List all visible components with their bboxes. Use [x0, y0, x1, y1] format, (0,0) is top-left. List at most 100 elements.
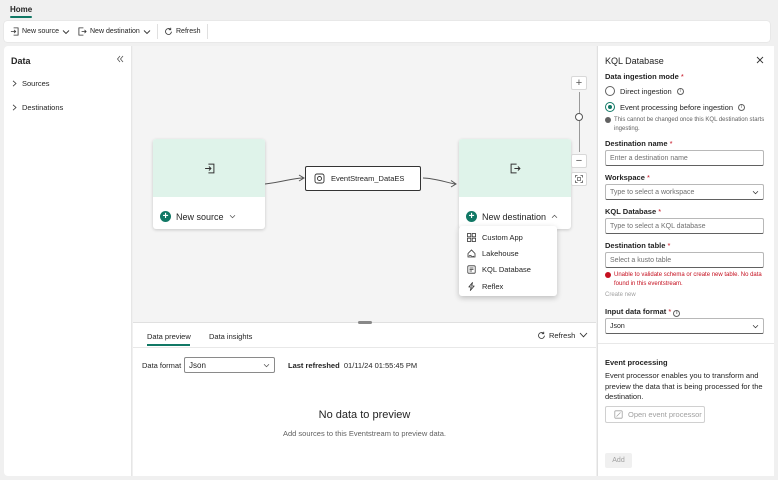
- kql-database-input[interactable]: Type to select a KQL database: [605, 218, 764, 234]
- radio-button[interactable]: [605, 86, 615, 96]
- chevron-down-icon[interactable]: [579, 332, 588, 338]
- info-icon[interactable]: i: [738, 103, 745, 111]
- destination-table-input[interactable]: Select a kusto table: [605, 252, 764, 268]
- kql-database-label: KQL Database *: [605, 207, 662, 216]
- info-icon[interactable]: i: [676, 87, 684, 95]
- refresh-button[interactable]: Refresh: [164, 21, 201, 42]
- tab-bar: Home: [0, 0, 778, 20]
- chevron-right-icon: [12, 80, 17, 87]
- add-icon: +: [160, 211, 171, 222]
- tree-item-destinations[interactable]: Destinations: [12, 100, 63, 114]
- zoom-controls: + −: [571, 76, 587, 186]
- refresh-icon: [164, 27, 173, 36]
- divider: [598, 343, 774, 344]
- destination-node-header: [459, 139, 571, 197]
- lakehouse-icon: [467, 249, 476, 258]
- menu-item-label: Reflex: [482, 281, 504, 291]
- zoom-out-button[interactable]: −: [571, 154, 587, 168]
- toolbar-divider: [207, 24, 208, 39]
- fit-view-button[interactable]: [571, 172, 587, 186]
- database-icon: [467, 265, 476, 275]
- workspace-placeholder: Type to select a workspace: [610, 188, 695, 196]
- create-new-link[interactable]: Create new: [605, 292, 636, 298]
- refresh-icon: [537, 331, 546, 340]
- source-node[interactable]: + New source: [153, 139, 265, 229]
- tree-item-label: Sources: [22, 78, 50, 88]
- menu-item-label: Custom App: [482, 232, 523, 242]
- destination-menu: Custom App Lakehouse KQL Database Reflex: [459, 226, 557, 296]
- open-event-processor-button[interactable]: Open event processor: [605, 406, 705, 423]
- info-icon[interactable]: i: [673, 309, 681, 317]
- no-data-heading: No data to preview: [318, 409, 411, 421]
- tree-item-sources[interactable]: Sources: [12, 76, 50, 90]
- input-format-label: Input data format * i: [605, 307, 681, 317]
- menu-item-reflex[interactable]: Reflex: [459, 278, 557, 294]
- sign-out-icon: [78, 27, 87, 36]
- data-format-value: Json: [189, 360, 206, 370]
- menu-item-kql-database[interactable]: KQL Database: [459, 262, 557, 278]
- chevron-down-icon: [229, 214, 236, 219]
- eventstream-node[interactable]: EventStream_DataES: [305, 166, 421, 191]
- tree-item-label: Destinations: [22, 102, 64, 112]
- left-panel: Data Sources Destinations: [4, 46, 132, 476]
- data-format-label: Data format: [142, 361, 182, 370]
- add-icon: +: [466, 211, 477, 222]
- tab-home-indicator: [10, 16, 32, 18]
- zoom-slider[interactable]: [571, 90, 587, 154]
- destination-node[interactable]: + New destination: [459, 139, 571, 229]
- menu-item-lakehouse[interactable]: Lakehouse: [459, 245, 557, 261]
- refresh-label: Refresh: [176, 28, 201, 35]
- info-filled-icon: [605, 117, 611, 123]
- add-button[interactable]: Add: [605, 453, 632, 468]
- toolbar-divider: [157, 24, 158, 39]
- menu-item-label: KQL Database: [482, 265, 531, 275]
- destination-node-label: New destination: [482, 211, 547, 222]
- new-source-button[interactable]: New source: [10, 21, 70, 42]
- chevron-up-icon: [551, 214, 558, 219]
- event-processing-title: Event processing: [605, 358, 668, 367]
- processor-icon: [614, 410, 623, 419]
- tab-home[interactable]: Home: [10, 5, 32, 14]
- new-source-node-button[interactable]: + New source: [160, 211, 236, 222]
- no-data-subtext: Add sources to this Eventstream to previ…: [283, 429, 446, 438]
- new-destination-label: New destination: [90, 28, 140, 35]
- collapse-icon[interactable]: [116, 55, 124, 63]
- input-format-select[interactable]: Json: [605, 318, 764, 334]
- chevron-down-icon: [143, 29, 151, 35]
- workspace-combobox[interactable]: Type to select a workspace: [605, 184, 764, 200]
- open-event-processor-label: Open event processor: [628, 410, 702, 419]
- event-processing-description: Event processor enables you to transform…: [605, 371, 763, 401]
- radio-event-processing[interactable]: Event processing before ingestion i: [605, 102, 745, 112]
- data-format-select[interactable]: Json: [184, 357, 275, 373]
- tab-data-insights[interactable]: Data insights: [209, 332, 252, 341]
- sign-in-icon: [10, 27, 19, 36]
- destination-name-input[interactable]: Enter a destination name: [605, 150, 764, 166]
- preview-refresh-button[interactable]: Refresh: [537, 331, 575, 340]
- chevron-down-icon: [263, 363, 270, 368]
- destination-table-label: Destination table *: [605, 241, 671, 250]
- last-refreshed-label: Last refreshed: [288, 361, 340, 370]
- zoom-in-button[interactable]: +: [571, 76, 587, 90]
- mode-note-text: This cannot be changed once this KQL des…: [614, 117, 765, 132]
- panel-title: KQL Database: [605, 56, 664, 66]
- new-destination-button[interactable]: New destination: [78, 21, 151, 42]
- error-text: Unable to validate schema or create new …: [614, 272, 762, 287]
- input-format-value: Json: [610, 322, 625, 330]
- close-icon[interactable]: [756, 56, 764, 64]
- destination-name-label: Destination name *: [605, 139, 673, 148]
- chevron-down-icon: [752, 190, 759, 195]
- error-icon: [605, 272, 611, 278]
- menu-item-custom-app[interactable]: Custom App: [459, 229, 557, 245]
- eventstream-label: EventStream_DataES: [331, 174, 405, 183]
- ingestion-mode-label: Data ingestion mode *: [605, 72, 684, 81]
- sign-in-icon: [204, 163, 215, 174]
- radio-direct-ingestion[interactable]: Direct ingestion i: [605, 86, 684, 96]
- tab-data-preview[interactable]: Data preview: [147, 332, 191, 341]
- sign-out-icon: [510, 163, 521, 174]
- menu-item-label: Lakehouse: [482, 249, 519, 259]
- divider: [133, 347, 596, 348]
- pane-splitter-handle[interactable]: [358, 321, 372, 324]
- tab-data-preview-indicator: [147, 344, 190, 346]
- radio-button-selected[interactable]: [605, 102, 615, 112]
- new-destination-node-button[interactable]: + New destination: [466, 211, 558, 222]
